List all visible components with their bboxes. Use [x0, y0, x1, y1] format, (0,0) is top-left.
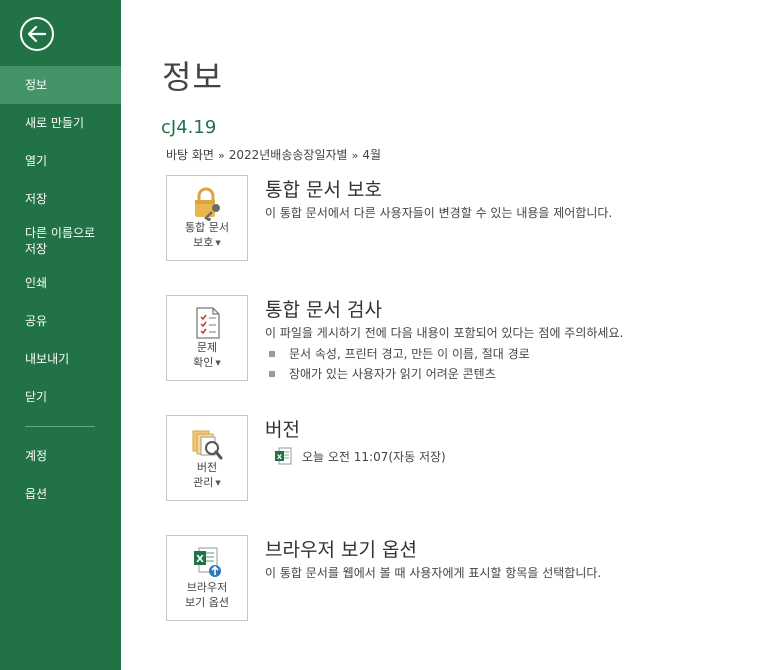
excel-file-icon: x: [275, 447, 292, 465]
section-title: 버전: [265, 419, 300, 441]
nav-item-save[interactable]: 저장: [0, 180, 121, 218]
backstage-main: 정보 cJ4.19 바탕 화면» 2022년배송송장일자별» 4월 통합 문서 보호…: [121, 0, 766, 670]
page-title: 정보: [162, 58, 223, 96]
version-entry[interactable]: x 오늘 오전 11:07(자동 저장): [274, 447, 446, 465]
dropdown-caret-icon: ▼: [215, 478, 221, 487]
inspect-document-icon: [196, 307, 220, 339]
inspect-bullet-list: 문서 속성, 프린터 경고, 만든 이 이름, 절대 경로 장애가 있는 사용자…: [269, 344, 530, 384]
list-item: 장애가 있는 사용자가 읽기 어려운 콘텐츠: [269, 364, 530, 384]
nav-divider: [25, 426, 95, 427]
section-description: 이 통합 문서에서 다른 사용자들이 변경할 수 있는 내용을 제어합니다.: [265, 206, 613, 220]
bullet-square-icon: [269, 351, 275, 357]
nav-item-close[interactable]: 닫기: [0, 378, 121, 416]
dropdown-caret-icon: ▼: [215, 358, 221, 367]
nav-item-label: 인쇄: [25, 276, 48, 290]
section-description: 이 통합 문서를 웹에서 볼 때 사용자에게 표시할 항목을 선택합니다.: [265, 566, 602, 580]
backstage-sidebar: 정보 새로 만들기 열기 저장 다른 이름으로 저장 인쇄 공유 내보내기 닫기…: [0, 0, 121, 670]
nav-item-open[interactable]: 열기: [0, 142, 121, 180]
nav-item-label: 공유: [25, 314, 48, 328]
nav-item-print[interactable]: 인쇄: [0, 264, 121, 302]
breadcrumb: 바탕 화면» 2022년배송송장일자별» 4월: [166, 146, 381, 163]
breadcrumb-separator: »: [351, 149, 359, 162]
breadcrumb-item[interactable]: 4월: [362, 148, 381, 162]
nav-item-label: 옵션: [25, 487, 48, 501]
manage-versions-button[interactable]: 버전 관리 ▼: [166, 415, 248, 501]
button-label: 문제 확인 ▼: [193, 341, 221, 369]
dropdown-caret-icon: ▼: [215, 238, 221, 247]
nav-item-share[interactable]: 공유: [0, 302, 121, 340]
button-label: 브라우저 보기 옵션: [185, 581, 229, 609]
section-title: 통합 문서 검사: [265, 299, 382, 321]
breadcrumb-item[interactable]: 2022년배송송장일자별: [229, 148, 348, 162]
back-button[interactable]: [20, 17, 54, 51]
nav-item-label: 닫기: [25, 390, 48, 404]
nav-item-label: 내보내기: [25, 352, 70, 366]
breadcrumb-separator: »: [217, 149, 225, 162]
nav-item-label: 열기: [25, 154, 48, 168]
protect-workbook-button[interactable]: 통합 문서 보호 ▼: [166, 175, 248, 261]
browser-view-options-section: X 브라우저 보기 옵션 브라우저 보기 옵션 이 통합 문서를 웹에서 볼 때…: [166, 535, 726, 621]
nav-item-new[interactable]: 새로 만들기: [0, 104, 121, 142]
nav-item-options[interactable]: 옵션: [0, 475, 121, 513]
version-entry-label: 오늘 오전 11:07(자동 저장): [302, 449, 446, 464]
browser-view-options-button[interactable]: X 브라우저 보기 옵션: [166, 535, 248, 621]
section-title: 브라우저 보기 옵션: [265, 539, 417, 561]
versions-section: 버전 관리 ▼ 버전 x 오늘 오전 11:07(자동 저장): [166, 415, 726, 501]
nav-item-label: 새로 만들기: [25, 116, 85, 130]
lock-icon: [195, 187, 220, 221]
bullet-square-icon: [269, 371, 275, 377]
nav-item-label: 계정: [25, 449, 48, 463]
nav-item-label: 다른 이름으로 저장: [25, 226, 96, 256]
nav-item-export[interactable]: 내보내기: [0, 340, 121, 378]
svg-text:X: X: [196, 554, 204, 565]
back-arrow-icon: [28, 26, 46, 42]
list-item: 문서 속성, 프린터 경고, 만든 이 이름, 절대 경로: [269, 344, 530, 364]
section-description: 이 파일을 게시하기 전에 다음 내용이 포함되어 있다는 점에 주의하세요.: [265, 326, 624, 340]
protect-workbook-section: 통합 문서 보호 ▼ 통합 문서 보호 이 통합 문서에서 다른 사용자들이 변경…: [166, 175, 726, 261]
check-for-issues-button[interactable]: 문제 확인 ▼: [166, 295, 248, 381]
backstage-nav: 정보 새로 만들기 열기 저장 다른 이름으로 저장 인쇄 공유 내보내기 닫기…: [0, 66, 121, 513]
button-label: 통합 문서 보호 ▼: [185, 221, 229, 249]
nav-item-account[interactable]: 계정: [0, 437, 121, 475]
nav-item-label: 정보: [25, 78, 48, 92]
svg-text:x: x: [277, 452, 283, 461]
nav-item-info[interactable]: 정보: [0, 66, 121, 104]
browser-view-icon: X: [194, 547, 221, 577]
manage-versions-icon: [192, 430, 223, 460]
breadcrumb-item[interactable]: 바탕 화면: [166, 148, 214, 162]
button-label: 버전 관리 ▼: [193, 461, 221, 489]
file-name: cJ4.19: [161, 117, 217, 138]
nav-item-label: 저장: [25, 192, 48, 206]
inspect-workbook-section: 문제 확인 ▼ 통합 문서 검사 이 파일을 게시하기 전에 다음 내용이 포함되…: [166, 295, 726, 381]
section-title: 통합 문서 보호: [265, 179, 382, 201]
nav-item-save-as[interactable]: 다른 이름으로 저장: [0, 218, 121, 264]
